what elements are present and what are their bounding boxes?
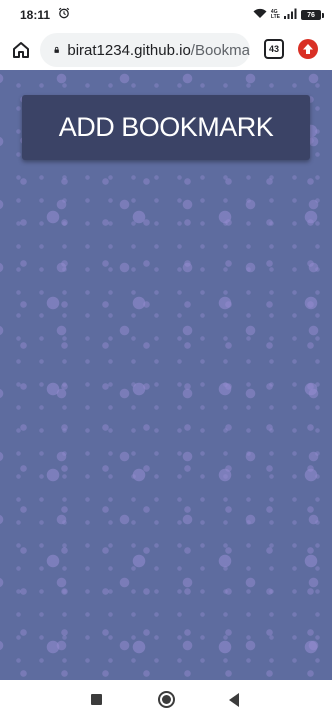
battery-level: 76 <box>301 10 321 20</box>
update-button[interactable] <box>298 39 318 59</box>
home-button[interactable] <box>9 38 33 62</box>
home-nav-icon[interactable] <box>158 691 175 708</box>
page-content: ADD BOOKMARK <box>0 70 332 680</box>
status-bar: 18:11 4G LTE 76 <box>0 0 332 30</box>
status-left: 18:11 <box>20 6 70 24</box>
url-path: /Bookma <box>190 41 250 59</box>
home-icon <box>13 42 29 58</box>
alarm-icon <box>58 6 70 24</box>
back-icon[interactable] <box>229 693 239 707</box>
address-bar[interactable]: birat1234.github.io/Bookma <box>40 33 250 67</box>
lte-label: LTE <box>270 14 280 20</box>
wifi-icon <box>253 6 267 24</box>
url-text: birat1234.github.io/Bookma <box>67 42 250 59</box>
signal-icon <box>284 6 297 24</box>
battery-icon: 76 <box>301 10 324 20</box>
recents-icon[interactable] <box>91 694 102 705</box>
tab-count: 43 <box>268 44 279 54</box>
network-type: 4G LTE <box>271 10 280 20</box>
update-icon <box>303 44 313 54</box>
battery-tip <box>322 12 324 18</box>
browser-toolbar: birat1234.github.io/Bookma 43 <box>0 30 332 70</box>
status-right: 4G LTE 76 <box>253 6 324 24</box>
tabs-button[interactable]: 43 <box>264 39 284 59</box>
add-bookmark-button[interactable]: ADD BOOKMARK <box>22 95 310 160</box>
url-host: birat1234.github.io <box>67 41 191 59</box>
status-time: 18:11 <box>20 8 51 22</box>
lock-icon <box>54 46 59 53</box>
home-nav-dot <box>162 695 171 704</box>
navigation-bar <box>0 680 332 720</box>
